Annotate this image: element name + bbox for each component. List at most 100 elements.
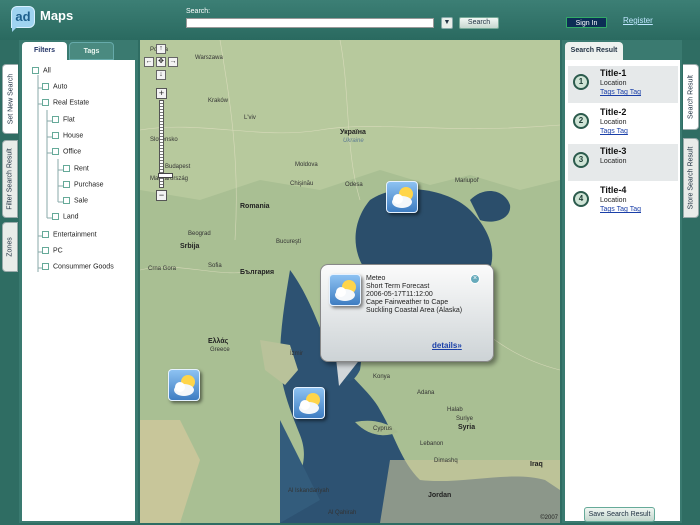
weather-marker-icon[interactable] <box>386 181 418 213</box>
result-tags-link[interactable]: Tags Tag Tag <box>600 89 641 96</box>
map-canvas[interactable]: Polska Warszawa Kraków L'viv Україна Ukr… <box>140 40 560 523</box>
map-label: Odesa <box>345 182 363 188</box>
sign-in-button[interactable]: Sign In <box>566 17 607 28</box>
pan-up-icon[interactable]: ↑ <box>156 44 166 54</box>
tree-item-entertainment[interactable]: Entertainment <box>42 231 97 238</box>
result-title[interactable]: Title-4 <box>600 185 626 195</box>
result-location: Location <box>600 119 627 126</box>
cloud-sun-icon <box>335 280 356 301</box>
popup-weather-icon <box>329 274 361 306</box>
search-result-panel: Search Result 1 Title-1 Location Tags Ta… <box>562 40 682 523</box>
checkbox[interactable] <box>52 213 59 220</box>
tab-filter-search-result[interactable]: Filter Search Result <box>2 140 18 218</box>
result-tags-link[interactable]: Tags Tag Tag <box>600 206 641 213</box>
result-number-badge: 3 <box>573 152 589 168</box>
map-label: Україна <box>340 129 366 136</box>
map-label: Jordan <box>428 492 452 499</box>
zoom-slider-track[interactable] <box>158 100 173 188</box>
result-number-badge: 1 <box>573 74 589 90</box>
result-title[interactable]: Title-2 <box>600 107 626 117</box>
map-label: Konya <box>373 374 391 380</box>
map-label: България <box>240 269 275 276</box>
map-label: Syria <box>458 424 476 431</box>
tab-search-result[interactable]: Search Result <box>683 64 699 130</box>
filter-tree: All Auto Real Estate Flat House Office R… <box>22 60 135 521</box>
save-search-result-button[interactable]: Save Search Result <box>584 507 655 522</box>
pan-left-icon[interactable]: ← <box>144 57 154 67</box>
tree-item-pc[interactable]: PC <box>42 247 63 254</box>
tree-item-real-estate[interactable]: Real Estate <box>42 99 89 106</box>
tree-item-house[interactable]: House <box>52 132 83 139</box>
result-tags-link[interactable]: Tags Tag <box>600 128 628 135</box>
tab-tags[interactable]: Tags <box>69 42 114 60</box>
result-item-1[interactable]: 1 Title-1 Location Tags Tag Tag <box>568 66 678 103</box>
pan-center-icon[interactable]: ✥ <box>156 57 166 67</box>
checkbox[interactable] <box>63 197 70 204</box>
map-pan-control[interactable]: ↑ ← ✥ → ↓ <box>144 44 178 82</box>
tab-store-search-result[interactable]: Store Search Result <box>683 138 699 218</box>
result-title[interactable]: Title-1 <box>600 68 626 78</box>
checkbox[interactable] <box>42 263 49 270</box>
zoom-out-icon[interactable]: − <box>156 190 167 201</box>
map-label: Adana <box>417 390 435 396</box>
close-icon[interactable]: × <box>470 274 480 284</box>
map-label: Chişinău <box>290 181 314 187</box>
map-label: Warszawa <box>195 55 223 61</box>
tree-item-purchase[interactable]: Purchase <box>63 181 104 188</box>
logo-tail <box>12 26 18 32</box>
tree-item-rent[interactable]: Rent <box>63 165 89 172</box>
search-dropdown-button[interactable]: ▼ <box>441 17 453 29</box>
result-location: Location <box>600 158 627 165</box>
search-button[interactable]: Search <box>459 17 499 29</box>
search-input[interactable] <box>186 18 434 28</box>
tree-item-sale[interactable]: Sale <box>63 197 88 204</box>
checkbox[interactable] <box>42 83 49 90</box>
register-link[interactable]: Register <box>623 16 653 25</box>
zoom-in-icon[interactable]: + <box>156 88 167 99</box>
tab-search-result-header[interactable]: Search Result <box>565 42 623 60</box>
pan-down-icon[interactable]: ↓ <box>156 70 166 80</box>
details-link[interactable]: details» <box>432 341 462 350</box>
tree-item-land[interactable]: Land <box>52 213 79 220</box>
weather-marker-icon[interactable] <box>168 369 200 401</box>
map-label: Al Iskandariyah <box>288 488 330 494</box>
chevron-down-icon: ▼ <box>443 19 451 26</box>
map-label: Al Qahirah <box>328 510 357 516</box>
checkbox[interactable] <box>52 148 59 155</box>
map-info-popup: Meteo Short Term Forecast 2006-05-17T11:… <box>320 264 494 362</box>
map-label: Moldova <box>295 162 318 168</box>
tree-item-flat[interactable]: Flat <box>52 116 75 123</box>
checkbox[interactable] <box>63 181 70 188</box>
pan-right-icon[interactable]: → <box>168 57 178 67</box>
checkbox[interactable] <box>52 116 59 123</box>
result-title[interactable]: Title-3 <box>600 146 626 156</box>
map-copyright: ©2007 <box>540 515 558 521</box>
tree-item-consumer-goods[interactable]: Consummer Goods <box>42 263 114 270</box>
checkbox[interactable] <box>63 165 70 172</box>
checkbox[interactable] <box>32 67 39 74</box>
result-item-4[interactable]: 4 Title-4 Location Tags Tag Tag <box>568 183 678 220</box>
tab-zones[interactable]: Zones <box>2 222 18 272</box>
map-label: Suriye <box>456 416 474 422</box>
tab-set-new-search[interactable]: Set New Search <box>2 64 18 134</box>
checkbox[interactable] <box>42 99 49 106</box>
tab-filters[interactable]: Filters <box>22 42 67 60</box>
map-label: Budapest <box>165 164 191 170</box>
filter-panel: Filters Tags All Auto Real Estate Flat H… <box>19 40 138 523</box>
weather-marker-icon[interactable] <box>293 387 325 419</box>
result-item-2[interactable]: 2 Title-2 Location Tags Tag <box>568 105 678 142</box>
zoom-slider-thumb[interactable] <box>158 173 173 178</box>
tree-item-auto[interactable]: Auto <box>42 83 67 90</box>
result-item-3[interactable]: 3 Title-3 Location <box>568 144 678 181</box>
checkbox[interactable] <box>42 231 49 238</box>
checkbox[interactable] <box>42 247 49 254</box>
tree-item-all[interactable]: All <box>32 67 51 74</box>
result-number-badge: 4 <box>573 191 589 207</box>
cloud-sun-icon <box>174 375 195 396</box>
tree-item-office[interactable]: Office <box>52 148 81 155</box>
map-zoom-control[interactable]: + − <box>156 88 173 201</box>
map-label: Beograd <box>188 231 211 237</box>
result-number-badge: 2 <box>573 113 589 129</box>
checkbox[interactable] <box>52 132 59 139</box>
map-label: L'viv <box>244 115 256 121</box>
